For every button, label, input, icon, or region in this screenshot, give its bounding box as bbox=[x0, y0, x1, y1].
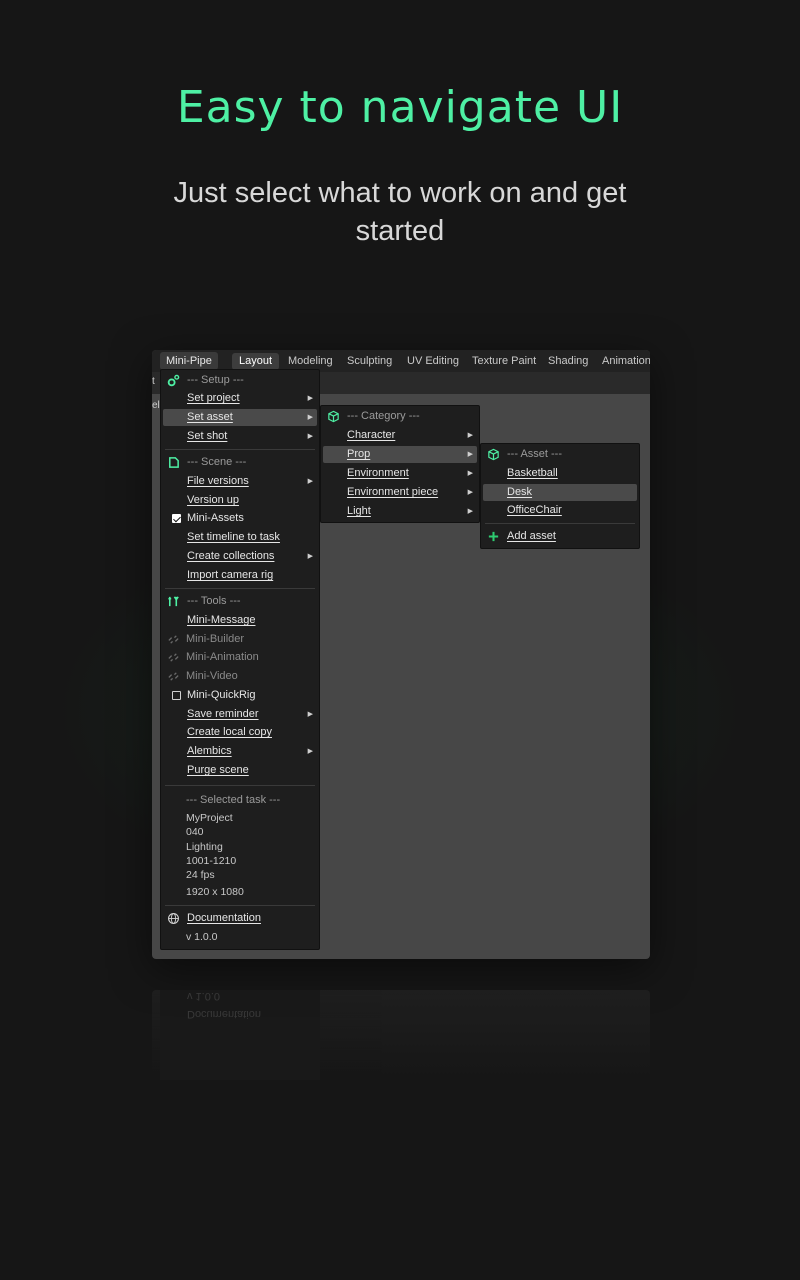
asset-submenu: --- Asset --- Basketball Desk OfficeChai… bbox=[480, 443, 640, 549]
category-environment-piece[interactable]: Environment piece ▶ bbox=[321, 484, 479, 501]
tab-sculpting[interactable]: Sculpting bbox=[340, 353, 399, 370]
purge-scene-item[interactable]: Purge scene bbox=[161, 762, 319, 779]
mini-builder-item: Mini-Builder bbox=[161, 631, 319, 648]
asset-officechair[interactable]: OfficeChair bbox=[481, 502, 639, 519]
hero-subtitle: Just select what to work on and get star… bbox=[173, 177, 627, 247]
tools-header: --- Tools --- bbox=[161, 593, 319, 610]
reflected-version: v 1.0.0 bbox=[187, 990, 221, 1002]
mini-quickrig-toggle[interactable]: Mini-QuickRig bbox=[161, 687, 319, 704]
divider bbox=[165, 905, 315, 906]
reflected-documentation: Documentation bbox=[187, 1008, 261, 1020]
link-broken-icon bbox=[168, 653, 179, 662]
version-up-item[interactable]: Version up bbox=[161, 492, 319, 509]
divider bbox=[485, 523, 635, 524]
create-collections-item[interactable]: Create collections ▶ bbox=[161, 548, 319, 565]
set-timeline-item[interactable]: Set timeline to task bbox=[161, 529, 319, 546]
version-label: v 1.0.0 bbox=[186, 931, 218, 943]
tab-uv-editing[interactable]: UV Editing bbox=[400, 353, 466, 370]
task-fps: 24 fps bbox=[186, 869, 215, 881]
link-broken-icon bbox=[168, 635, 179, 644]
mini-assets-toggle[interactable]: Mini-Assets bbox=[161, 510, 319, 527]
divider bbox=[165, 785, 315, 786]
cube-icon bbox=[488, 448, 499, 461]
set-shot-item[interactable]: Set shot ▶ bbox=[161, 428, 319, 445]
mini-pipe-dropdown: --- Setup --- Set project ▶ Set asset ▶ Se… bbox=[160, 369, 320, 950]
asset-desk[interactable]: Desk bbox=[483, 484, 637, 501]
mini-message-item[interactable]: Mini-Message bbox=[161, 612, 319, 629]
tab-layout[interactable]: Layout bbox=[232, 353, 280, 370]
task-name: Lighting bbox=[186, 841, 223, 853]
scene-header: --- Scene --- bbox=[161, 454, 319, 471]
file-versions-item[interactable]: File versions ▶ bbox=[161, 473, 319, 490]
task-resolution: 1920 x 1080 bbox=[186, 886, 244, 898]
tab-shading[interactable]: Shading bbox=[541, 353, 595, 370]
task-shot: 040 bbox=[186, 826, 204, 838]
tools-icon bbox=[168, 596, 179, 607]
window-reflection: Documentation v 1.0.0 bbox=[152, 990, 650, 1080]
divider bbox=[165, 588, 315, 589]
create-local-copy-item[interactable]: Create local copy bbox=[161, 724, 319, 741]
category-prop[interactable]: Prop ▶ bbox=[323, 446, 477, 463]
mini-video-item: Mini-Video bbox=[161, 668, 319, 685]
save-reminder-item[interactable]: Save reminder ▶ bbox=[161, 706, 319, 723]
selected-task-header: --- Selected task --- bbox=[186, 794, 281, 806]
tab-animation[interactable]: Animation bbox=[595, 353, 650, 370]
plus-icon bbox=[488, 531, 499, 542]
task-project: MyProject bbox=[186, 812, 233, 824]
cube-icon bbox=[328, 410, 339, 423]
setup-header: --- Setup --- bbox=[161, 372, 319, 389]
checkbox-checked[interactable] bbox=[172, 514, 181, 523]
documentation-item[interactable]: Documentation bbox=[161, 910, 319, 927]
cut-off-label: el bbox=[152, 400, 160, 411]
category-environment[interactable]: Environment ▶ bbox=[321, 465, 479, 482]
mini-pipe-menu-button[interactable]: Mini-Pipe bbox=[160, 352, 218, 370]
gears-icon bbox=[167, 374, 180, 387]
hero-title: Easy to navigate UI bbox=[176, 82, 624, 133]
alembics-item[interactable]: Alembics ▶ bbox=[161, 743, 319, 760]
globe-icon bbox=[168, 913, 179, 924]
add-asset-button[interactable]: Add asset bbox=[481, 528, 639, 545]
file-icon bbox=[169, 457, 179, 468]
tab-modeling[interactable]: Modeling bbox=[281, 353, 340, 370]
mini-animation-item: Mini-Animation bbox=[161, 649, 319, 666]
category-submenu: --- Category --- Character ▶ Prop ▶ Enviro… bbox=[320, 405, 480, 523]
category-light[interactable]: Light ▶ bbox=[321, 503, 479, 520]
set-project-item[interactable]: Set project ▶ bbox=[161, 390, 319, 407]
reflected-menu bbox=[160, 990, 320, 1080]
import-camera-rig-item[interactable]: Import camera rig bbox=[161, 567, 319, 584]
link-broken-icon bbox=[168, 672, 179, 681]
checkbox-unchecked[interactable] bbox=[172, 691, 181, 700]
asset-header: --- Asset --- bbox=[481, 446, 639, 463]
cut-off-label: t bbox=[152, 376, 155, 387]
category-header: --- Category --- bbox=[321, 408, 479, 425]
task-frame-range: 1001-1210 bbox=[186, 855, 237, 867]
tab-texture-paint[interactable]: Texture Paint bbox=[465, 353, 543, 370]
category-character[interactable]: Character ▶ bbox=[321, 427, 479, 444]
set-asset-item[interactable]: Set asset ▶ bbox=[163, 409, 317, 426]
divider bbox=[165, 449, 315, 450]
asset-basketball[interactable]: Basketball bbox=[481, 465, 639, 482]
